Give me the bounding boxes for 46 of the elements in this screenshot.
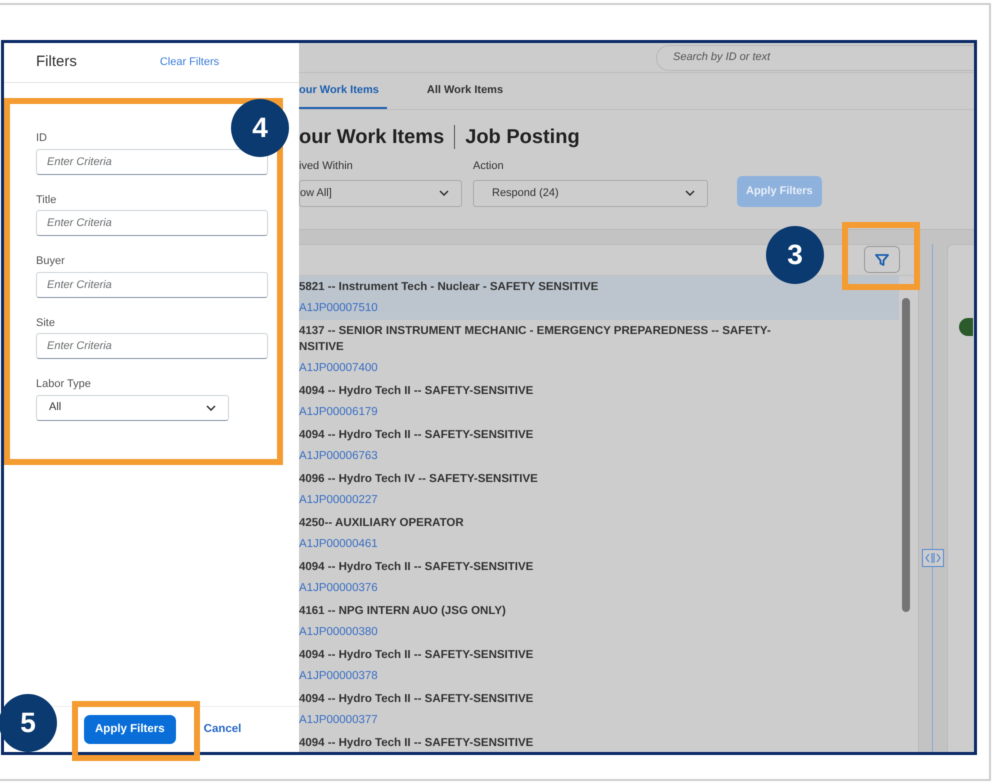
item-id-link[interactable]: A1JP00007510 xyxy=(299,300,899,316)
page-title: our Work Items xyxy=(299,125,444,150)
apply-filters-button[interactable]: Apply Filters xyxy=(84,714,176,744)
input-field[interactable]: Enter Criteria xyxy=(36,148,268,174)
item-id-link[interactable]: A1JP00000380 xyxy=(299,624,899,640)
field-label: Buyer xyxy=(36,254,66,269)
tab[interactable]: our Work Items xyxy=(299,73,387,109)
item-title: 4094 -- Hydro Tech II -- SAFETY-SENSITIVE xyxy=(299,692,534,707)
item-id-link[interactable]: A1JP00000376 xyxy=(299,580,899,596)
item-id-link[interactable]: A1JP00007400 xyxy=(299,360,899,376)
panel-title: Filters xyxy=(36,52,77,72)
field-label: ived Within xyxy=(299,159,354,174)
field-label: ID xyxy=(36,131,48,146)
item-title: 4250-- AUXILIARY OPERATOR xyxy=(299,516,465,531)
field-label: Labor Type xyxy=(36,377,92,392)
item-id-link[interactable]: A1JP00000378 xyxy=(299,668,899,684)
input-field[interactable]: Enter Criteria xyxy=(36,333,268,359)
item-title: 4161 -- NPG INTERN AUO (JSG ONLY) xyxy=(299,604,507,619)
field-label: Site xyxy=(36,316,56,330)
select-field[interactable]: All xyxy=(36,394,229,420)
input-field[interactable]: Enter Criteria xyxy=(36,272,268,298)
item-id-link[interactable]: A1JP00000227 xyxy=(299,492,899,508)
item-title: 4096 -- Hydro Tech IV -- SAFETY-SENSITIVE xyxy=(299,472,539,487)
item-id-link[interactable]: A1JP00000461 xyxy=(299,536,899,552)
item-title: 5821 -- Instrument Tech - Nuclear - SAFETY SENSITIVE xyxy=(299,280,600,295)
field-label: Action xyxy=(473,159,505,174)
item-id-link[interactable]: A1JP00006179 xyxy=(299,404,899,420)
input-field[interactable]: Enter Criteria xyxy=(36,210,268,236)
page-subtitle: Job Posting xyxy=(465,125,580,150)
item-title: 4094 -- Hydro Tech II -- SAFETY-SENSITIVE xyxy=(299,736,534,751)
search-field[interactable]: Search by ID or text xyxy=(656,44,974,70)
item-title: 4094 -- Hydro Tech II -- SAFETY-SENSITIVE xyxy=(299,428,534,443)
item-title: 4094 -- Hydro Tech II -- SAFETY-SENSITIVE xyxy=(299,384,534,399)
field-label: Title xyxy=(36,192,58,208)
item-id-link[interactable]: A1JP00006763 xyxy=(299,448,899,464)
item-title: NSITIVE xyxy=(299,340,345,355)
item-id-link[interactable]: A1JP00000377 xyxy=(299,712,899,728)
clear-filters-link[interactable]: Clear Filters xyxy=(160,54,220,71)
item-title: 4094 -- Hydro Tech II -- SAFETY-SENSITIVE xyxy=(299,648,534,663)
list-item[interactable]: 5821 -- Instrument Tech - Nuclear - SAFETY SENSITIVE A1JP00007510 xyxy=(299,276,899,320)
select-field[interactable]: ow All] xyxy=(299,180,462,206)
item-title: 4137 -- SENIOR INSTRUMENT MECHANIC - EMERGENCY PREPAREDNESS -- SAFETY- xyxy=(299,324,772,339)
item-title: 4094 -- Hydro Tech II -- SAFETY-SENSITIVE xyxy=(299,560,534,575)
cancel-link[interactable]: Cancel xyxy=(204,720,242,738)
select-field[interactable]: Respond (24) xyxy=(473,180,708,206)
tab[interactable]: All Work Items xyxy=(426,73,512,109)
